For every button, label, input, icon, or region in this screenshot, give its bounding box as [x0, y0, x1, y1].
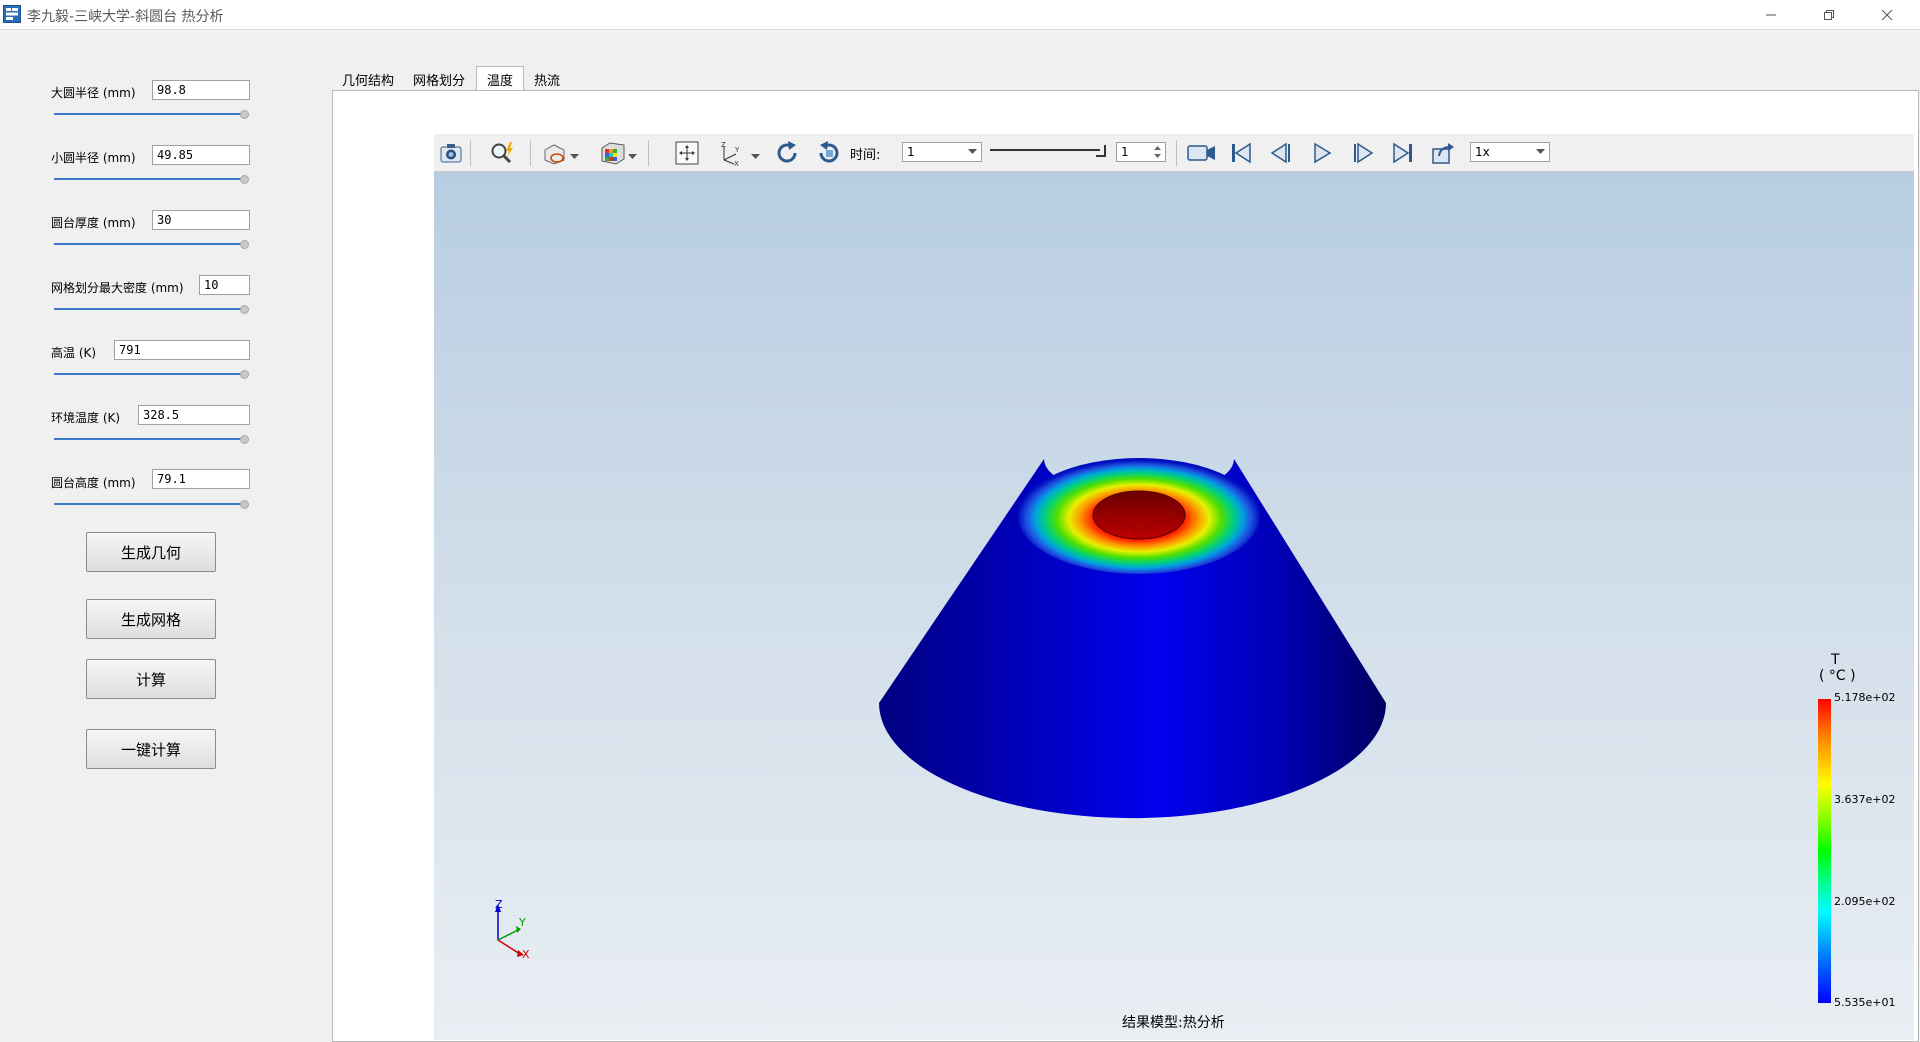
next-frame-icon[interactable] [1350, 140, 1376, 166]
last-frame-icon[interactable] [1390, 140, 1416, 166]
time-select[interactable]: 1 [902, 142, 982, 162]
tab-mesh[interactable]: 网格划分 [408, 68, 470, 90]
minimize-button[interactable] [1748, 0, 1794, 29]
window-title: 李九毅-三峡大学-斜圆台 热分析 [27, 9, 224, 25]
legend-min-value: 5.535e+01 [1834, 996, 1896, 1009]
spin-arrows-icon [1154, 146, 1161, 158]
generate-geometry-button[interactable]: 生成几何 [86, 532, 216, 572]
reset-view-icon[interactable] [816, 140, 842, 166]
thickness-slider-handle[interactable] [240, 240, 249, 249]
param-label-high-temp: 高温 (K) [51, 346, 97, 360]
minimize-icon [1766, 14, 1776, 15]
axis-y-label: Y [519, 916, 526, 929]
param-label-large-radius: 大圆半径 (mm) [51, 86, 136, 100]
fit-view-icon[interactable] [674, 140, 700, 166]
legend-value-3: 2.095e+02 [1834, 895, 1896, 908]
play-icon[interactable] [1309, 140, 1335, 166]
param-label-ambient-temp: 环境温度 (K) [51, 411, 121, 425]
record-icon[interactable] [1186, 140, 1218, 166]
axes-icon[interactable]: ZYX [716, 140, 742, 166]
time-slider-handle[interactable] [1096, 145, 1106, 157]
height-slider-handle[interactable] [240, 500, 249, 509]
viewport-caption: 结果模型:热分析 [1122, 1015, 1225, 1031]
param-label-thickness: 圆台厚度 (mm) [51, 216, 136, 230]
param-label-small-radius: 小圆半径 (mm) [51, 151, 136, 165]
axis-x-label: X [522, 948, 530, 961]
one-click-compute-button[interactable]: 一键计算 [86, 729, 216, 769]
3d-viewport[interactable]: Z Y X [434, 172, 1914, 1040]
large-radius-slider[interactable] [54, 113, 244, 115]
camera-icon[interactable] [438, 140, 464, 166]
app-icon [3, 5, 21, 23]
toolbar-separator [470, 140, 471, 166]
frustum-model [879, 458, 1386, 819]
chevron-down-icon[interactable] [751, 149, 760, 163]
svg-text:Z: Z [721, 141, 726, 149]
toolbar-separator [648, 140, 649, 166]
viewer-toolbar: ZYX 时间: 1 1 1x [434, 134, 1914, 172]
svg-text:X: X [734, 160, 739, 166]
toolbar-separator [1176, 140, 1177, 166]
chevron-down-icon [968, 149, 977, 154]
time-select-value: 1 [907, 145, 915, 159]
large-radius-input[interactable]: 98.8 [152, 80, 250, 100]
chevron-down-icon [1536, 149, 1545, 154]
frustum-hole [1092, 490, 1186, 540]
legend-max-value: 5.178e+02 [1834, 691, 1896, 704]
zoom-icon[interactable] [490, 140, 516, 166]
small-radius-slider[interactable] [54, 178, 244, 180]
prev-frame-icon[interactable] [1268, 140, 1294, 166]
generate-mesh-button[interactable]: 生成网格 [86, 599, 216, 639]
small-radius-slider-handle[interactable] [240, 175, 249, 184]
toolbar-separator [530, 140, 531, 166]
high-temp-slider-handle[interactable] [240, 370, 249, 379]
tab-heat-flux[interactable]: 热流 [528, 68, 566, 90]
time-label: 时间: [850, 148, 881, 163]
param-label-mesh-density: 网格划分最大密度 (mm) [51, 281, 184, 295]
high-temp-slider[interactable] [54, 373, 244, 375]
rotate-icon[interactable] [774, 140, 800, 166]
legend-value-2: 3.637e+02 [1834, 793, 1896, 806]
speed-select[interactable]: 1x [1470, 142, 1550, 162]
first-frame-icon[interactable] [1228, 140, 1254, 166]
legend-title: T [1831, 652, 1840, 668]
ambient-temp-slider[interactable] [54, 438, 244, 440]
display-mode-icon[interactable] [542, 140, 568, 166]
colormap-icon[interactable] [600, 140, 626, 166]
frame-spinbox[interactable]: 1 [1116, 142, 1166, 162]
frame-spinbox-value: 1 [1121, 145, 1129, 159]
small-radius-input[interactable]: 49.85 [152, 145, 250, 165]
speed-select-value: 1x [1475, 145, 1490, 159]
height-slider[interactable] [54, 503, 244, 505]
export-icon[interactable] [1430, 140, 1456, 166]
time-slider[interactable] [990, 149, 1100, 151]
compute-button[interactable]: 计算 [86, 659, 216, 699]
restore-icon [1824, 9, 1834, 20]
ambient-temp-slider-handle[interactable] [240, 435, 249, 444]
close-icon [1881, 9, 1893, 20]
legend-unit: ( °C ) [1819, 668, 1856, 684]
large-radius-slider-handle[interactable] [240, 110, 249, 119]
chevron-down-icon[interactable] [628, 149, 637, 163]
tab-temperature[interactable]: 温度 [476, 66, 524, 92]
close-button[interactable] [1864, 0, 1910, 29]
thickness-input[interactable]: 30 [152, 210, 250, 230]
svg-text:Y: Y [734, 146, 740, 154]
chevron-down-icon[interactable] [570, 149, 579, 163]
high-temp-input[interactable]: 791 [114, 340, 250, 360]
color-legend-bar [1818, 699, 1831, 1003]
title-bar: 李九毅-三峡大学-斜圆台 热分析 [0, 0, 1920, 30]
param-label-height: 圆台高度 (mm) [51, 476, 136, 490]
maximize-button[interactable] [1806, 0, 1852, 29]
height-input[interactable]: 79.1 [152, 469, 250, 489]
mesh-density-slider-handle[interactable] [240, 305, 249, 314]
ambient-temp-input[interactable]: 328.5 [138, 405, 250, 425]
thickness-slider[interactable] [54, 243, 244, 245]
tab-geometry[interactable]: 几何结构 [338, 68, 398, 90]
mesh-density-slider[interactable] [54, 308, 244, 310]
mesh-density-input[interactable]: 10 [199, 275, 250, 295]
axis-z-label: Z [495, 898, 503, 911]
